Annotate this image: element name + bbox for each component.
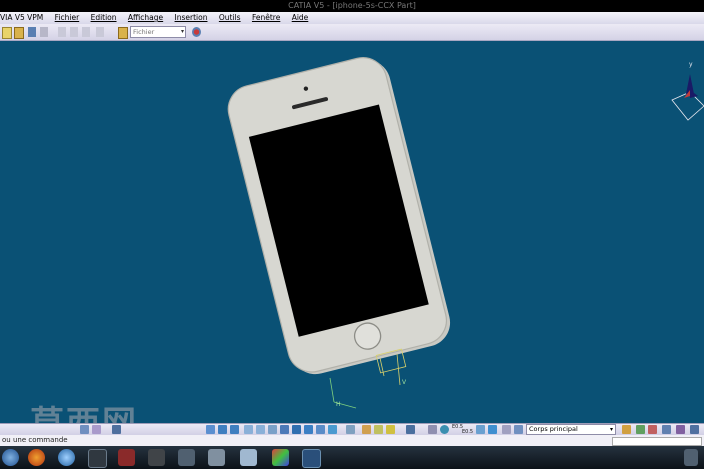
new-icon[interactable] [2, 27, 12, 39]
zoom-out-icon[interactable] [256, 425, 265, 434]
compass [671, 74, 704, 121]
search-icon[interactable] [192, 27, 201, 37]
app-icon-3[interactable] [148, 449, 165, 466]
rotate-icon[interactable] [230, 425, 239, 434]
analysis-icon[interactable] [428, 425, 437, 434]
chevron-down-icon: ▾ [609, 426, 613, 433]
copy-icon[interactable] [70, 27, 78, 37]
menu-aide[interactable]: Aide [287, 12, 313, 24]
folder-icon[interactable] [118, 27, 128, 39]
normal-view-icon[interactable] [268, 425, 277, 434]
tools-palette-icon[interactable] [662, 425, 671, 434]
render-icon[interactable] [690, 425, 699, 434]
3d-viewport[interactable]: H V y [0, 41, 704, 423]
app-icon-4[interactable] [178, 449, 195, 466]
save-icon[interactable] [28, 27, 36, 37]
formula-icon[interactable] [92, 425, 101, 434]
material-icon[interactable] [362, 425, 371, 434]
layers-icon[interactable] [676, 425, 685, 434]
measure-icon[interactable] [346, 425, 355, 434]
open-icon[interactable] [14, 27, 24, 39]
menu-bar: VIA V5 VPM Fichier Edition Affichage Ins… [0, 12, 704, 24]
command-input[interactable] [612, 437, 702, 446]
publish-icon[interactable] [476, 425, 485, 434]
globe-icon[interactable] [440, 425, 449, 434]
file-combo[interactable]: Fichier ▾ [130, 26, 186, 38]
taskbar [0, 446, 704, 469]
cut-icon[interactable] [58, 27, 66, 37]
body-icon[interactable] [514, 425, 523, 434]
zoom-in-icon[interactable] [244, 425, 253, 434]
body-select[interactable]: Corps principal ▾ [526, 424, 616, 435]
fit-all-icon[interactable] [206, 425, 215, 434]
menu-affichage[interactable]: Affichage [123, 12, 167, 24]
menu-app[interactable]: VIA V5 VPM [0, 12, 47, 24]
firefox-icon[interactable] [28, 449, 45, 466]
compass-axis-label: y [689, 61, 693, 68]
swap-icon[interactable] [328, 425, 337, 434]
menu-fichier[interactable]: Fichier [50, 12, 84, 24]
app-icon-5[interactable] [208, 449, 225, 466]
print-icon[interactable] [40, 27, 48, 37]
catia-icon[interactable] [302, 449, 321, 468]
window-title: CATIA V5 - [iphone-5s-CCX Part] [0, 0, 704, 12]
list-icon[interactable] [502, 425, 511, 434]
standard-toolbar [0, 24, 704, 41]
axis-system-icon[interactable] [648, 425, 657, 434]
status-bar: ou une commande [0, 435, 704, 446]
monitor-icon[interactable] [240, 449, 257, 466]
menu-insertion[interactable]: Insertion [170, 12, 212, 24]
parameters-icon[interactable] [488, 425, 497, 434]
browser-icon[interactable] [58, 449, 75, 466]
color-icon[interactable] [386, 425, 395, 434]
tray-icon[interactable] [684, 449, 698, 466]
hide-show-icon[interactable] [316, 425, 325, 434]
body-select-value: Corps principal [529, 425, 578, 433]
model-svg [227, 57, 704, 409]
pan-icon[interactable] [218, 425, 227, 434]
undo-icon[interactable] [96, 27, 104, 37]
command-prompt: ou une commande [2, 436, 68, 444]
view-mode-icon[interactable] [292, 425, 301, 434]
app-icon-1[interactable] [88, 449, 107, 468]
chevron-down-icon: ▾ [180, 28, 184, 35]
shading-icon[interactable] [304, 425, 313, 434]
properties-icon[interactable] [622, 425, 631, 434]
sketch-line-1 [379, 357, 385, 377]
paste-icon[interactable] [82, 27, 90, 37]
start-icon[interactable] [2, 449, 19, 466]
axis-h-label: H [336, 401, 341, 408]
app-icon-2[interactable] [118, 449, 135, 466]
catalog-icon[interactable] [636, 425, 645, 434]
part-icon[interactable] [112, 425, 121, 434]
camera-icon[interactable] [406, 425, 415, 434]
sketch-line-2 [396, 353, 401, 386]
menu-fenetre[interactable]: Fenêtre [247, 12, 284, 24]
iso-view-icon[interactable] [280, 425, 289, 434]
axis-v-label: V [402, 379, 407, 386]
axis-h-line [329, 377, 335, 403]
apply-icon[interactable] [374, 425, 383, 434]
menu-edition[interactable]: Edition [86, 12, 121, 24]
paint-icon[interactable] [272, 449, 289, 466]
phone-model [227, 57, 451, 375]
menu-outils[interactable]: Outils [214, 12, 245, 24]
file-combo-value: Fichier [133, 28, 155, 36]
sketch-icon[interactable] [80, 425, 89, 434]
